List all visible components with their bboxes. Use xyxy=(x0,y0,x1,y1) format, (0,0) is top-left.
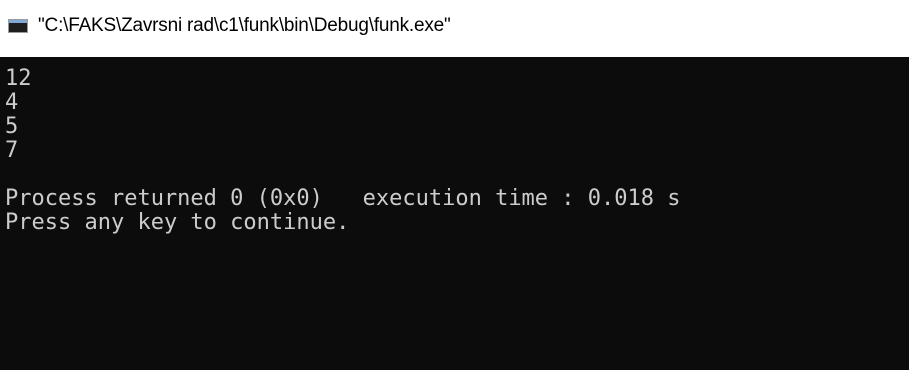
output-line: 5 xyxy=(5,114,19,139)
console-window: "C:\FAKS\Zavrsni rad\c1\funk\bin\Debug\f… xyxy=(0,0,909,370)
console-output[interactable]: 12 4 5 7 Process returned 0 (0x0) execut… xyxy=(0,57,909,370)
title-bar[interactable]: "C:\FAKS\Zavrsni rad\c1\funk\bin\Debug\f… xyxy=(0,0,909,57)
output-line: 12 xyxy=(5,66,32,91)
continue-prompt-line: Press any key to continue. xyxy=(5,210,350,235)
output-line: 4 xyxy=(5,90,19,115)
process-status-line: Process returned 0 (0x0) execution time … xyxy=(5,186,681,211)
output-line: 7 xyxy=(5,138,19,163)
console-window-icon[interactable] xyxy=(8,18,28,33)
window-title: "C:\FAKS\Zavrsni rad\c1\funk\bin\Debug\f… xyxy=(38,14,451,36)
